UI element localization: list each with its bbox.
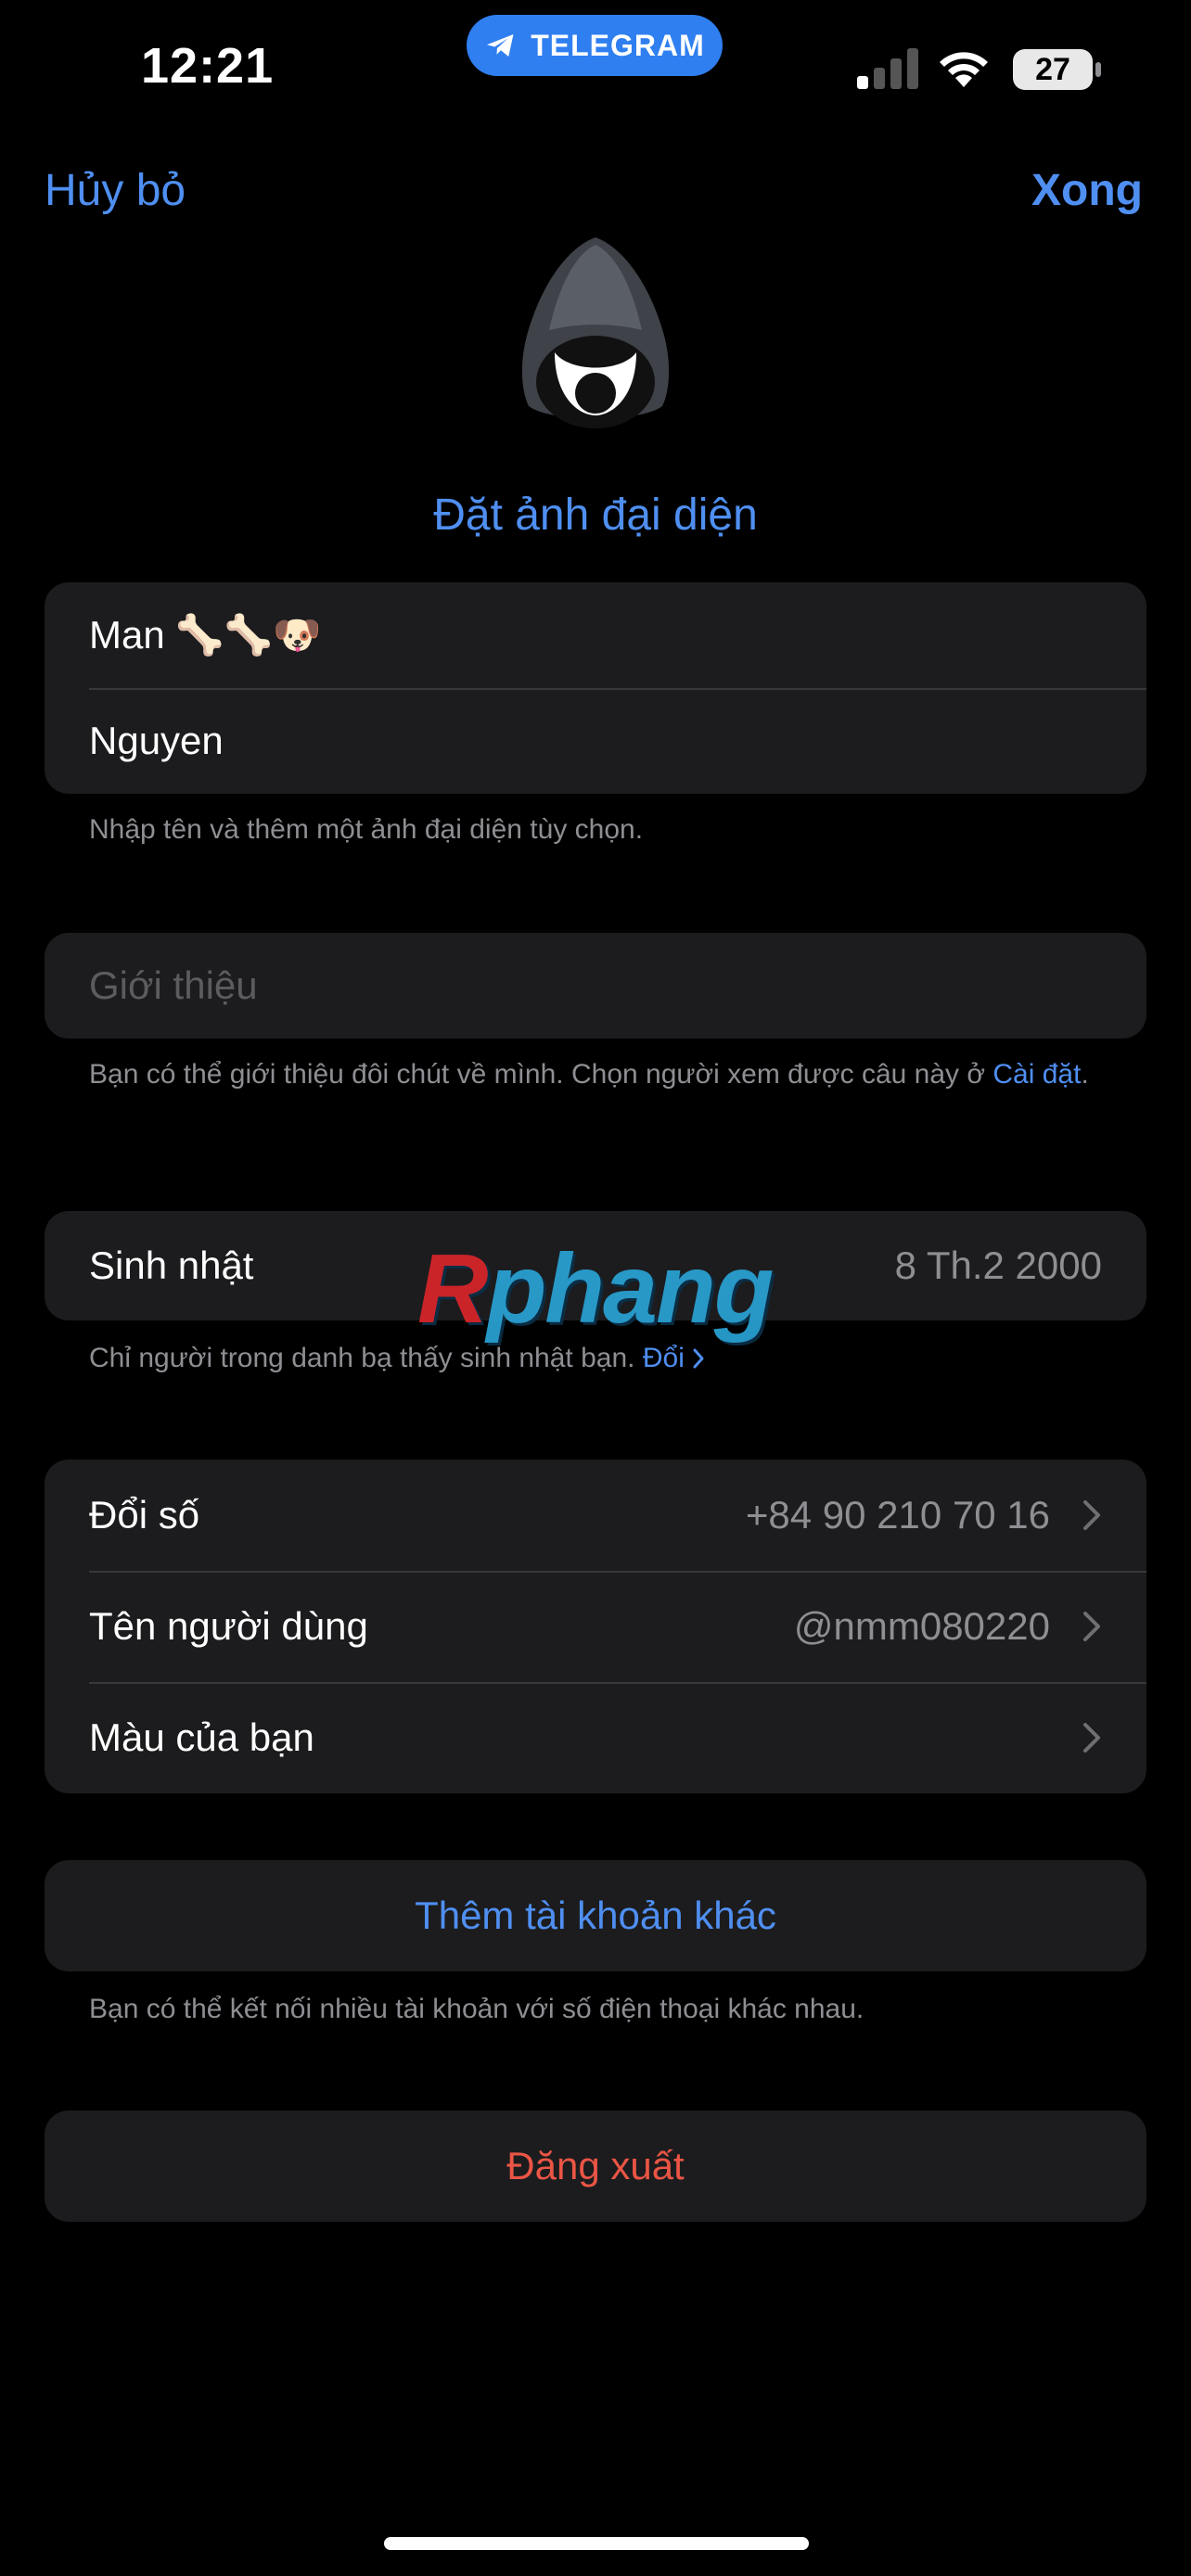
- logout-group: Đăng xuất: [45, 2111, 1146, 2222]
- bio-placeholder: Giới thiệu: [89, 963, 258, 1007]
- set-profile-photo-button[interactable]: Đặt ảnh đại diện: [0, 490, 1191, 541]
- birthday-footnote: Chỉ người trong danh bạ thấy sinh nhật b…: [89, 1341, 1119, 1375]
- your-color-row[interactable]: Màu của bạn: [45, 1682, 1146, 1793]
- logout-label: Đăng xuất: [506, 2144, 685, 2187]
- chevron-right-icon: [1083, 1723, 1100, 1753]
- cancel-button[interactable]: Hủy bỏ: [45, 165, 186, 216]
- bio-group: Giới thiệu: [45, 933, 1146, 1039]
- done-button[interactable]: Xong: [1031, 165, 1143, 216]
- watermark-logo: Rphang: [417, 1233, 775, 1345]
- add-account-button[interactable]: Thêm tài khoản khác: [45, 1860, 1146, 1971]
- phone-number-value: +84 90 210 70 16: [745, 1493, 1050, 1537]
- your-color-label: Màu của bạn: [89, 1715, 314, 1759]
- add-account-label: Thêm tài khoản khác: [415, 1894, 776, 1937]
- bio-footnote-end: .: [1081, 1059, 1089, 1090]
- name-group: Man 🦴🦴🐶 Nguyen: [45, 582, 1146, 794]
- battery-level: 27: [1035, 51, 1070, 87]
- add-account-footnote: Bạn có thể kết nối nhiều tài khoản với s…: [89, 1994, 864, 2024]
- watermark-rest: phang: [486, 1234, 775, 1344]
- telegram-pill[interactable]: TELEGRAM: [467, 15, 723, 76]
- logout-button[interactable]: Đăng xuất: [45, 2111, 1146, 2222]
- add-account-group: Thêm tài khoản khác: [45, 1860, 1146, 1971]
- telegram-plane-icon: [487, 34, 514, 57]
- cellular-signal-icon: [857, 48, 918, 89]
- bio-footnote-text: Bạn có thể giới thiệu đôi chút về mình. …: [89, 1059, 986, 1090]
- change-number-label: Đổi số: [89, 1493, 200, 1537]
- account-group: Đổi số +84 90 210 70 16 Tên người dùng @…: [45, 1460, 1146, 1793]
- bio-field[interactable]: Giới thiệu: [45, 933, 1146, 1039]
- settings-link[interactable]: Cài đặt: [992, 1059, 1081, 1090]
- profile-avatar[interactable]: [514, 234, 677, 438]
- chevron-right-icon: [1083, 1500, 1100, 1530]
- username-value: @nmm080220: [793, 1604, 1050, 1648]
- birthday-footnote-text: Chỉ người trong danh bạ thấy sinh nhật b…: [89, 1343, 635, 1373]
- username-label: Tên người dùng: [89, 1604, 368, 1648]
- birthday-value: 8 Th.2 2000: [894, 1243, 1102, 1287]
- change-birthday-label: Đổi: [642, 1343, 685, 1373]
- home-indicator[interactable]: [384, 2537, 809, 2550]
- watermark-first-letter: R: [417, 1234, 489, 1344]
- chevron-right-icon: [693, 1348, 704, 1369]
- change-birthday-link[interactable]: Đổi: [643, 1343, 705, 1373]
- first-name-field[interactable]: Man 🦴🦴🐶: [45, 582, 1146, 688]
- battery-indicator: 27: [1011, 46, 1104, 93]
- last-name-value: Nguyen: [89, 719, 224, 762]
- name-footnote: Nhập tên và thêm một ảnh đại diện tùy ch…: [89, 814, 644, 845]
- first-name-value: Man 🦴🦴🐶: [89, 612, 322, 657]
- bio-footnote: Bạn có thể giới thiệu đôi chút về mình. …: [89, 1057, 1119, 1091]
- telegram-pill-label: TELEGRAM: [531, 28, 705, 62]
- username-row[interactable]: Tên người dùng @nmm080220: [45, 1571, 1146, 1682]
- wifi-icon: [940, 52, 988, 87]
- chevron-right-icon: [1083, 1612, 1100, 1641]
- change-number-row[interactable]: Đổi số +84 90 210 70 16: [45, 1460, 1146, 1571]
- last-name-field[interactable]: Nguyen: [45, 688, 1146, 794]
- status-time: 12:21: [141, 38, 275, 94]
